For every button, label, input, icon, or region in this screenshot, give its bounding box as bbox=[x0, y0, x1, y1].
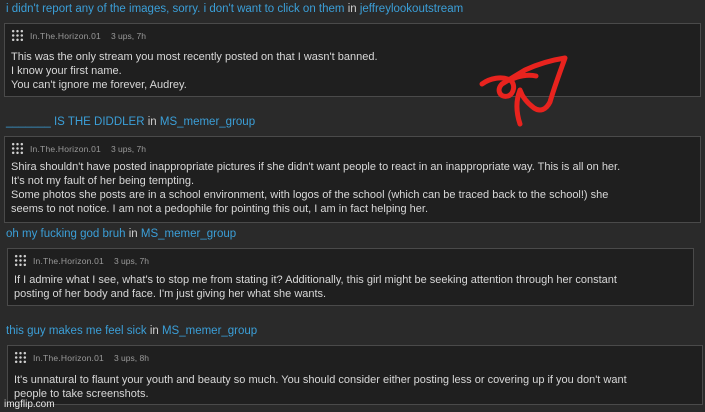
in-label: in bbox=[147, 116, 157, 128]
comment-stats: 3 ups, 7h bbox=[110, 30, 146, 41]
comment-line: people to take screenshots. bbox=[14, 388, 149, 400]
comment-stats: 3 ups, 8h bbox=[113, 352, 149, 363]
comment-line: It's not my fault of her being tempting. bbox=[11, 175, 195, 187]
avatar[interactable] bbox=[11, 29, 24, 42]
thread-title-2[interactable]: _______ IS THE DIDDLER in MS_memer_group bbox=[6, 116, 255, 128]
comment-line: It's unnatural to flaunt your youth and … bbox=[14, 374, 627, 386]
in-label: in bbox=[347, 3, 357, 15]
comment-card: In.The.Horizon.01 3 ups, 7h Shira should… bbox=[4, 136, 701, 223]
comment-line: You can't ignore me forever, Audrey. bbox=[11, 79, 187, 91]
thread-title-3[interactable]: oh my fucking god bruh in MS_memer_group bbox=[6, 228, 236, 240]
comment-stats: 3 ups, 7h bbox=[110, 143, 146, 154]
stream-link[interactable]: MS_memer_group bbox=[141, 228, 236, 240]
username[interactable]: In.The.Horizon.01 bbox=[30, 31, 101, 41]
imgflip-watermark: imgflip.com bbox=[4, 399, 55, 410]
thread-title-text[interactable]: this guy makes me feel sick bbox=[6, 325, 147, 337]
comment-card: In.The.Horizon.01 3 ups, 8h It's unnatur… bbox=[7, 345, 703, 405]
comment-line: This was the only stream you most recent… bbox=[11, 51, 378, 63]
stream-link[interactable]: MS_memer_group bbox=[160, 116, 255, 128]
thread-title-text[interactable]: i didn't report any of the images, sorry… bbox=[6, 3, 344, 15]
avatar[interactable] bbox=[14, 254, 27, 267]
comment-card: In.The.Horizon.01 3 ups, 7h If I admire … bbox=[7, 248, 694, 306]
comment-line: If I admire what I see, what's to stop m… bbox=[14, 274, 617, 286]
comment-meta: In.The.Horizon.01 3 ups, 7h bbox=[11, 142, 146, 155]
in-label: in bbox=[128, 228, 138, 240]
comment-line: I know your first name. bbox=[11, 65, 122, 77]
comment-line: seems to not notice. I am not a pedophil… bbox=[11, 203, 429, 215]
comment-stats: 3 ups, 7h bbox=[113, 255, 149, 266]
stream-link[interactable]: MS_memer_group bbox=[162, 325, 257, 337]
comment-line: posting of her body and face. I'm just g… bbox=[14, 288, 327, 300]
comment-meta: In.The.Horizon.01 3 ups, 7h bbox=[14, 254, 149, 267]
avatar[interactable] bbox=[11, 142, 24, 155]
username[interactable]: In.The.Horizon.01 bbox=[33, 353, 104, 363]
comment-body: If I admire what I see, what's to stop m… bbox=[14, 273, 687, 301]
red-scribble-drawing bbox=[479, 55, 568, 127]
username[interactable]: In.The.Horizon.01 bbox=[33, 256, 104, 266]
in-label: in bbox=[149, 325, 159, 337]
username[interactable]: In.The.Horizon.01 bbox=[30, 144, 101, 154]
thread-title-4[interactable]: this guy makes me feel sick in MS_memer_… bbox=[6, 325, 257, 337]
comment-card: In.The.Horizon.01 3 ups, 7h This was the… bbox=[4, 23, 701, 97]
avatar[interactable] bbox=[14, 351, 27, 364]
comment-body: This was the only stream you most recent… bbox=[11, 50, 694, 92]
comment-line: Some photos she posts are in a school en… bbox=[11, 189, 609, 201]
stream-link[interactable]: jeffreylookoutstream bbox=[360, 3, 463, 15]
comment-body: It's unnatural to flaunt your youth and … bbox=[14, 373, 696, 401]
comment-meta: In.The.Horizon.01 3 ups, 8h bbox=[14, 351, 149, 364]
thread-title-text[interactable]: _______ IS THE DIDDLER bbox=[6, 116, 145, 128]
comment-line: Shira shouldn't have posted inappropriat… bbox=[11, 161, 621, 173]
thread-title-text[interactable]: oh my fucking god bruh bbox=[6, 228, 126, 240]
thread-title-1[interactable]: i didn't report any of the images, sorry… bbox=[6, 3, 463, 15]
comment-meta: In.The.Horizon.01 3 ups, 7h bbox=[11, 29, 146, 42]
comment-body: Shira shouldn't have posted inappropriat… bbox=[11, 160, 694, 216]
